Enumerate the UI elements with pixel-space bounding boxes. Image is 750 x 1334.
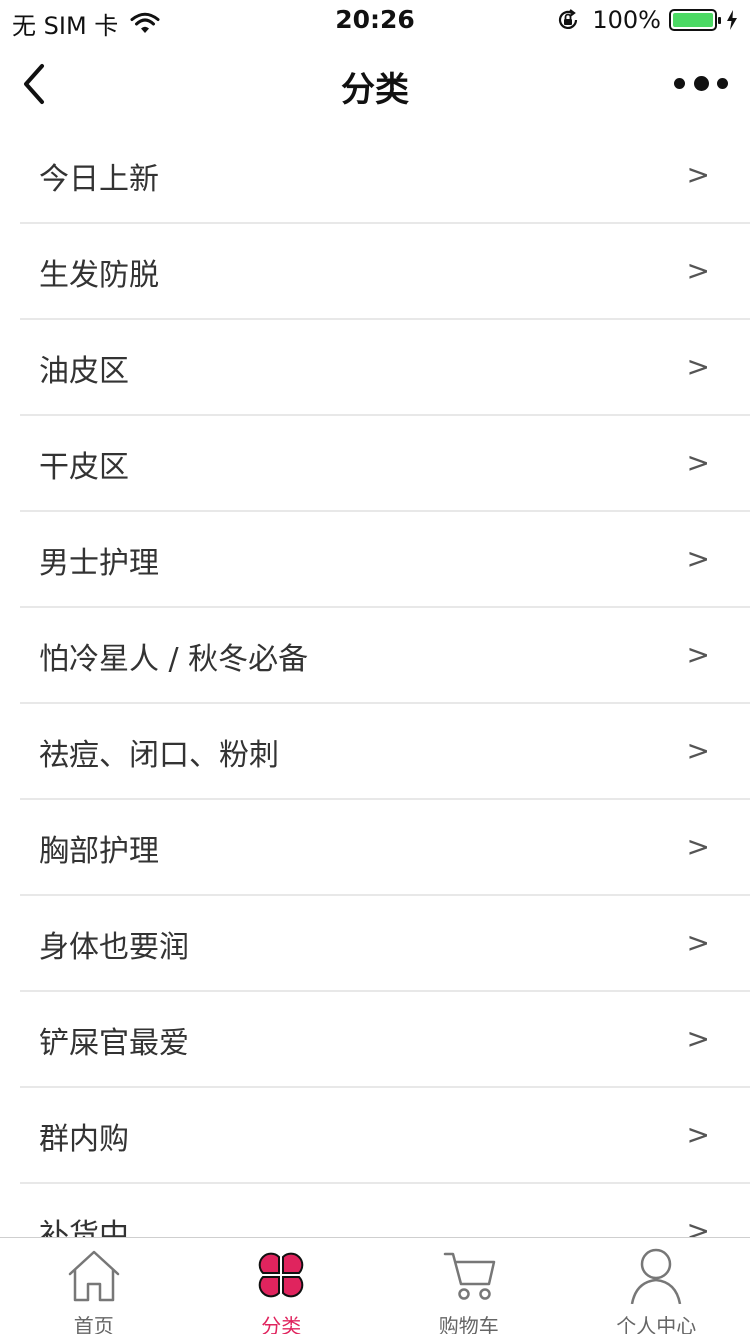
page-title: 分类 <box>341 70 409 110</box>
tab-label: 首页 <box>73 1314 114 1334</box>
category-item[interactable]: 群内购 > <box>20 1088 750 1184</box>
tab-bar: 首页 分类 购物车 个人中心 <box>0 1237 750 1334</box>
chevron-right-icon: > <box>686 926 710 959</box>
tab-home[interactable]: 首页 <box>0 1238 188 1334</box>
battery-icon <box>669 9 721 31</box>
chevron-right-icon: > <box>686 1214 710 1238</box>
chevron-right-icon: > <box>686 350 710 383</box>
category-item[interactable]: 铲屎官最爱 > <box>20 992 750 1088</box>
cart-icon <box>443 1252 495 1300</box>
tab-category[interactable]: 分类 <box>188 1238 376 1334</box>
tab-label: 购物车 <box>438 1314 499 1334</box>
category-item[interactable]: 生发防脱 > <box>20 224 750 320</box>
nav-bar: 分类 <box>0 44 750 126</box>
user-icon <box>631 1248 682 1304</box>
category-list: 今日上新 > 生发防脱 > 油皮区 > 干皮区 > 男士护理 > 怕冷星人 / … <box>0 128 750 1238</box>
category-item[interactable]: 祛痘、闭口、粉刺 > <box>20 704 750 800</box>
category-label: 祛痘、闭口、粉刺 <box>39 738 279 773</box>
chevron-right-icon: > <box>686 1022 710 1055</box>
category-label: 身体也要润 <box>39 930 189 965</box>
status-right: 100% <box>556 6 738 34</box>
tab-profile[interactable]: 个人中心 <box>563 1238 750 1334</box>
chevron-right-icon: > <box>686 638 710 671</box>
category-label: 补货中 <box>39 1218 129 1238</box>
more-icon[interactable] <box>674 72 728 94</box>
category-item[interactable]: 油皮区 > <box>20 320 750 416</box>
chevron-right-icon: > <box>686 830 710 863</box>
category-label: 群内购 <box>39 1122 129 1157</box>
tab-label: 分类 <box>261 1314 302 1334</box>
category-label: 铲屎官最爱 <box>39 1026 189 1061</box>
category-item[interactable]: 男士护理 > <box>20 512 750 608</box>
category-label: 油皮区 <box>39 354 129 389</box>
category-label: 怕冷星人 / 秋冬必备 <box>39 642 309 677</box>
chevron-right-icon: > <box>686 446 710 479</box>
chevron-right-icon: > <box>686 1118 710 1151</box>
battery-percent: 100% <box>592 6 661 34</box>
category-label: 胸部护理 <box>39 834 159 869</box>
category-label: 干皮区 <box>39 450 129 485</box>
chevron-right-icon: > <box>686 542 710 575</box>
category-item[interactable]: 今日上新 > <box>20 128 750 224</box>
chevron-right-icon: > <box>686 158 710 191</box>
category-item[interactable]: 身体也要润 > <box>20 896 750 992</box>
category-item[interactable]: 胸部护理 > <box>20 800 750 896</box>
category-label: 今日上新 <box>39 162 159 197</box>
charging-icon <box>727 10 737 30</box>
category-item[interactable]: 干皮区 > <box>20 416 750 512</box>
clover-icon <box>258 1252 304 1298</box>
orientation-lock-icon <box>559 9 578 29</box>
tab-label: 个人中心 <box>616 1314 697 1334</box>
home-icon <box>68 1250 119 1302</box>
category-label: 男士护理 <box>39 546 159 581</box>
chevron-right-icon: > <box>686 254 710 287</box>
category-item[interactable]: 补货中 > <box>20 1184 750 1238</box>
category-item[interactable]: 怕冷星人 / 秋冬必备 > <box>20 608 750 704</box>
status-bar: 无 SIM 卡 20:26 100% <box>0 0 750 40</box>
category-label: 生发防脱 <box>39 258 159 293</box>
chevron-right-icon: > <box>686 734 710 767</box>
tab-cart[interactable]: 购物车 <box>375 1238 563 1334</box>
